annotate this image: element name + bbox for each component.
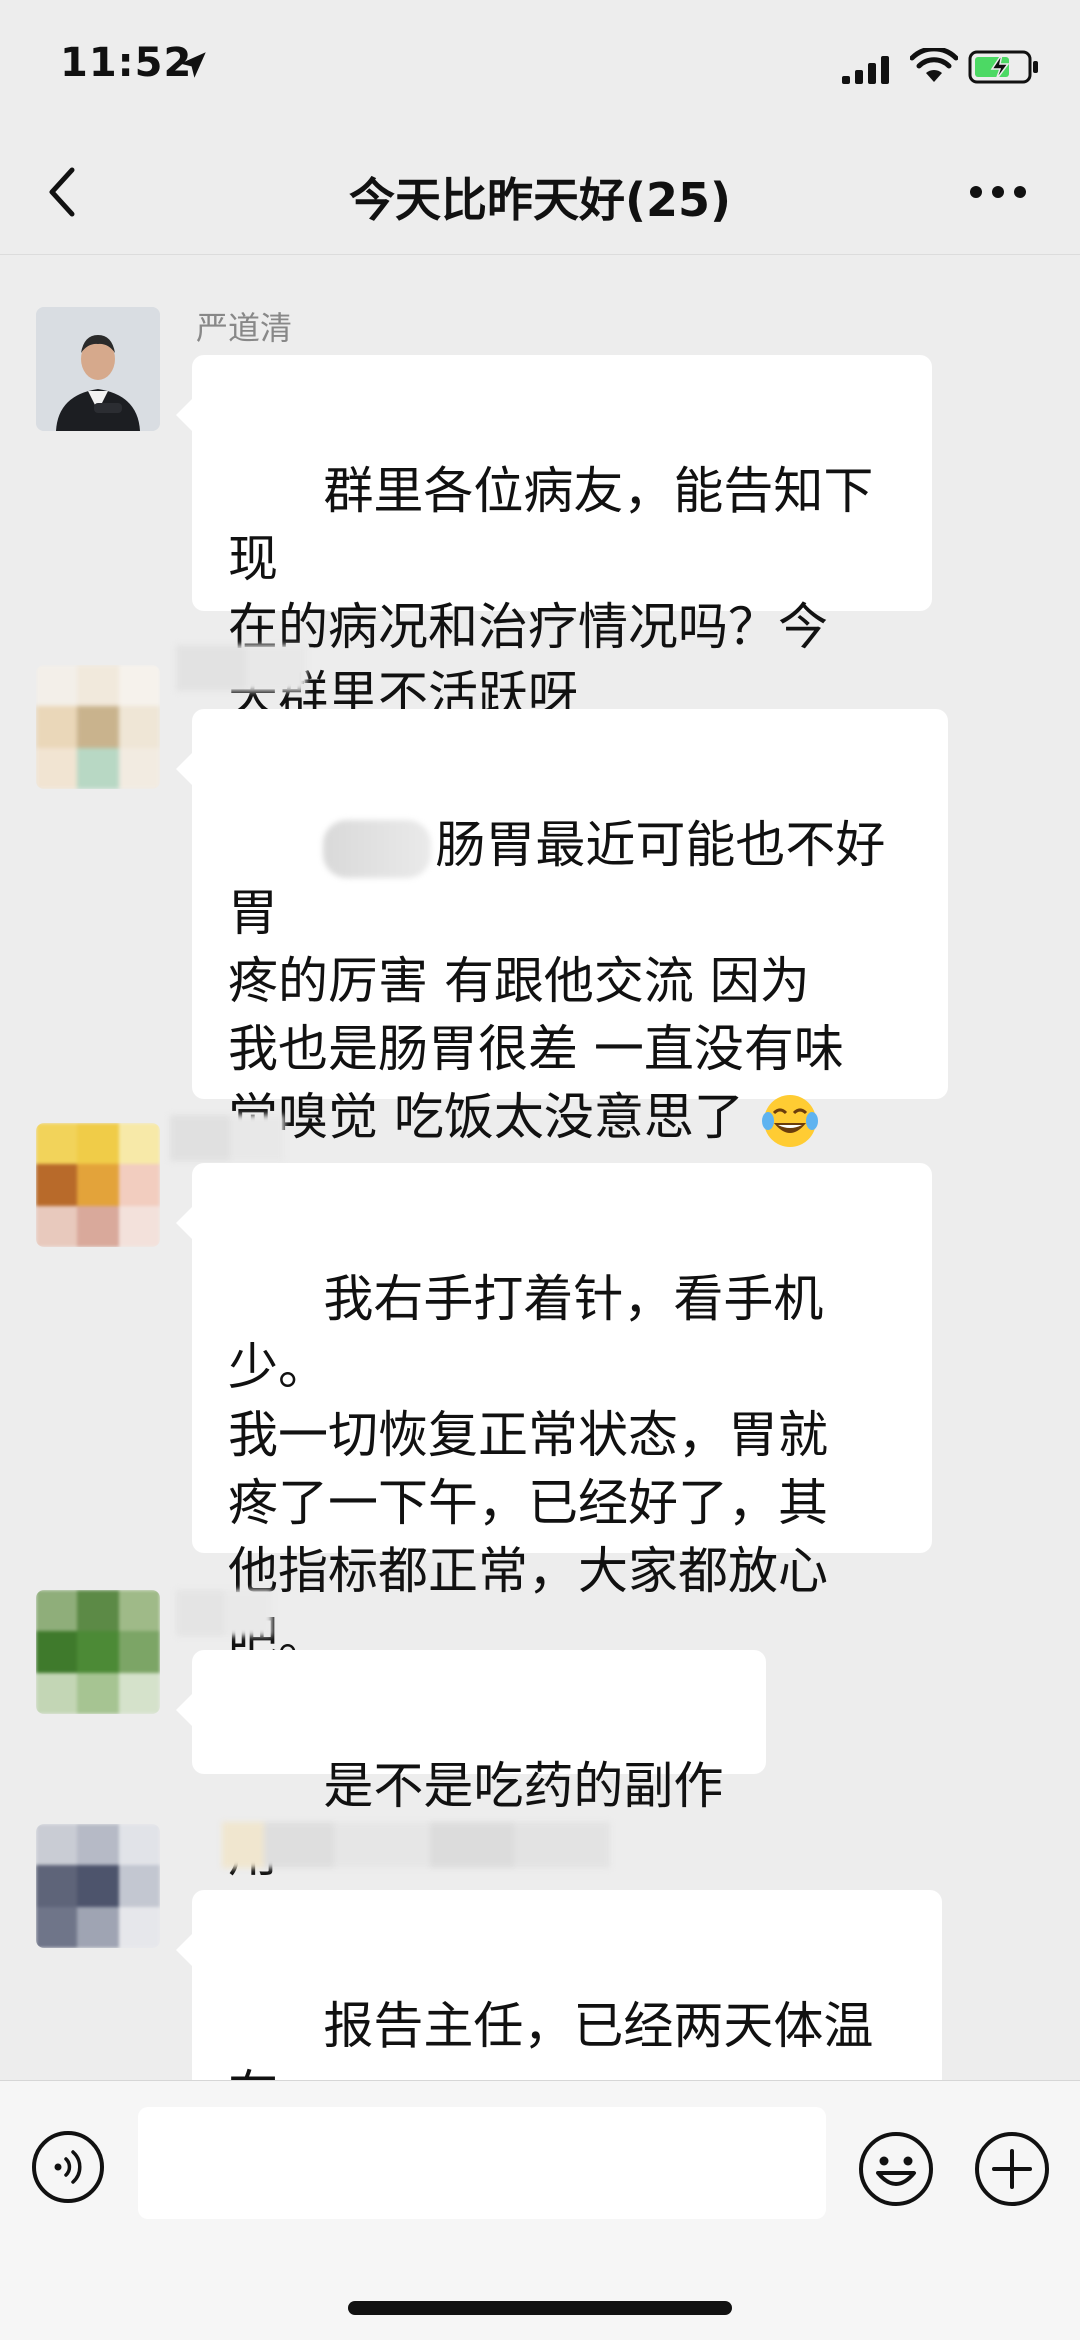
input-toolbar xyxy=(0,2080,1080,2340)
tears-of-joy-emoji-icon xyxy=(761,1094,818,1147)
battery-charging-icon xyxy=(968,50,1038,84)
cellular-signal-icon xyxy=(842,56,889,84)
message-text: 群里各位病友，能告知下现 在的病况和治疗情况吗？今 天群里不活跃呀 xyxy=(228,462,874,724)
message-text: 我右手打着针，看手机少。 我一切恢复正常状态，胃就 疼了一下午，已经好了，其 他… xyxy=(228,1270,828,1668)
message-text: 报告主任，已经两天体温在 36.5-36.8，除轻微心慌外， 其他都可以，明天要… xyxy=(228,1997,874,2080)
redacted-name xyxy=(323,819,432,878)
sender-name: 严道清 xyxy=(196,309,293,347)
plus-circle-icon[interactable] xyxy=(972,2129,1052,2209)
status-bar: 11:52 xyxy=(0,0,1080,130)
avatar[interactable] xyxy=(36,1123,160,1247)
status-time: 11:52 xyxy=(60,40,193,86)
emoji-smile-icon[interactable] xyxy=(856,2129,936,2209)
sender-name-blurred xyxy=(222,1822,610,1868)
avatar[interactable] xyxy=(36,1590,160,1714)
avatar[interactable] xyxy=(36,665,160,789)
message-bubble[interactable]: 肠胃最近可能也不好 胃 疼的厉害 有跟他交流 因为 我也是肠胃很差 一直没有味 … xyxy=(176,709,948,1215)
message-bubble[interactable]: 群里各位病友，能告知下现 在的病况和治疗情况吗？今 天群里不活跃呀 xyxy=(176,355,932,724)
sender-name-blurred xyxy=(176,645,306,691)
location-arrow-icon xyxy=(180,52,206,78)
sender-name-blurred xyxy=(170,1115,284,1161)
sender-name-blurred xyxy=(176,1590,272,1636)
message-bubble[interactable]: 是不是吃药的副作用 xyxy=(176,1650,766,1883)
avatar[interactable] xyxy=(36,307,160,431)
chat-header: 今天比昨天好(25) xyxy=(0,130,1080,255)
home-indicator[interactable] xyxy=(348,2301,732,2315)
message-bubble[interactable]: 我右手打着针，看手机少。 我一切恢复正常状态，胃就 疼了一下午，已经好了，其 他… xyxy=(176,1163,932,1668)
voice-input-icon[interactable] xyxy=(30,2129,106,2205)
chat-message-list[interactable]: 严道清 群里各位病友，能告知下现 在的病况和治疗情况吗？今 天群里不活跃呀 肠胃… xyxy=(0,255,1080,2080)
avatar[interactable] xyxy=(36,1824,160,1948)
chat-title: 今天比昨天好(25) xyxy=(348,173,732,227)
wifi-icon xyxy=(910,48,958,82)
message-bubble[interactable]: 报告主任，已经两天体温在 36.5-36.8，除轻微心慌外， 其他都可以，明天要… xyxy=(176,1890,942,2080)
message-input[interactable] xyxy=(138,2107,826,2219)
more-dots-icon[interactable] xyxy=(968,182,1028,202)
